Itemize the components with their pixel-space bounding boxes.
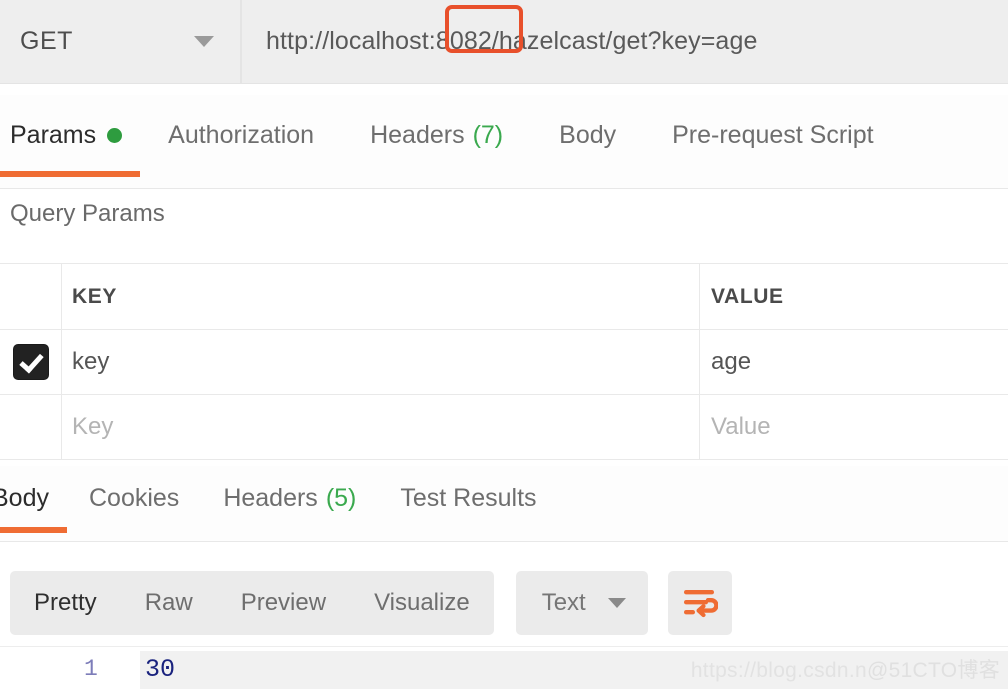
http-method-label: GET — [20, 27, 73, 56]
response-tab-headers-label: Headers — [223, 484, 318, 513]
tab-headers-count: (7) — [473, 121, 504, 150]
view-mode-segmented-control: Pretty Raw Preview Visualize — [10, 571, 494, 635]
response-tab-headers[interactable]: Headers (5) — [201, 466, 378, 541]
header-cell-value: VALUE — [700, 264, 1008, 329]
word-wrap-toggle-button[interactable] — [668, 571, 732, 635]
response-tab-test-results[interactable]: Test Results — [378, 466, 558, 541]
response-format-selector[interactable]: Text — [516, 571, 648, 635]
param-value-value: age — [711, 348, 751, 376]
query-params-title: Query Params — [10, 200, 165, 228]
response-tabs: Body Cookies Headers (5) Test Results — [0, 466, 1008, 542]
view-mode-pretty[interactable]: Pretty — [10, 571, 121, 635]
row-key-cell-empty[interactable]: Key — [62, 395, 700, 459]
tab-authorization-label: Authorization — [168, 121, 314, 150]
view-mode-raw[interactable]: Raw — [121, 571, 217, 635]
table-row-empty: Key Value — [0, 395, 1008, 460]
watermark-brand: @51CTO博客 — [867, 659, 1000, 682]
request-tabs: Params Authorization Headers (7) Body Pr… — [0, 95, 1008, 189]
params-active-dot-icon — [107, 128, 122, 143]
header-cell-key: KEY — [62, 264, 700, 329]
request-url-bar: GET http://localhost:8082/hazelcast/get?… — [0, 0, 1008, 88]
line-number: 1 — [84, 656, 98, 682]
response-tab-cookies-label: Cookies — [89, 484, 179, 513]
response-view-toolbar: Pretty Raw Preview Visualize Text — [0, 560, 1008, 646]
param-key-placeholder: Key — [72, 413, 113, 441]
response-tab-body-underline — [0, 527, 67, 533]
response-tab-body[interactable]: Body — [0, 466, 67, 541]
view-mode-preview[interactable]: Preview — [217, 571, 350, 635]
row-value-cell-empty[interactable]: Value — [700, 395, 1008, 459]
tab-headers-label: Headers — [370, 121, 465, 150]
view-mode-pretty-label: Pretty — [34, 589, 97, 617]
table-row: key age — [0, 330, 1008, 395]
tab-body-label: Body — [559, 121, 616, 150]
column-header-key: KEY — [72, 285, 117, 309]
row-checkbox-cell-empty[interactable] — [0, 395, 62, 459]
column-header-value: VALUE — [711, 285, 784, 309]
view-mode-visualize-label: Visualize — [374, 589, 470, 617]
response-tab-headers-count: (5) — [326, 484, 357, 513]
tab-pre-request-script[interactable]: Pre-request Script — [644, 95, 901, 188]
response-tab-body-label: Body — [0, 484, 49, 513]
view-mode-raw-label: Raw — [145, 589, 193, 617]
url-input[interactable]: http://localhost:8082/hazelcast/get?key=… — [241, 0, 1008, 84]
tab-headers[interactable]: Headers (7) — [342, 95, 531, 188]
chevron-down-icon — [608, 598, 626, 608]
watermark-url: https://blog.csdn.n — [691, 659, 867, 682]
param-key-value: key — [72, 348, 109, 376]
row-value-cell[interactable]: age — [700, 330, 1008, 394]
watermark: https://blog.csdn.n@51CTO博客 — [691, 654, 1000, 684]
row-checkbox-cell[interactable] — [0, 330, 62, 394]
response-format-label: Text — [542, 589, 586, 617]
chevron-down-icon — [194, 36, 214, 47]
header-cell-checkbox — [0, 264, 62, 329]
tab-params-label: Params — [10, 121, 96, 150]
row-key-cell[interactable]: key — [62, 330, 700, 394]
param-value-placeholder: Value — [711, 413, 771, 441]
response-tab-cookies[interactable]: Cookies — [67, 466, 201, 541]
response-body-content: 30 — [145, 655, 175, 684]
tab-authorization[interactable]: Authorization — [140, 95, 342, 188]
tab-body[interactable]: Body — [531, 95, 644, 188]
query-params-table: KEY VALUE key age Key Value — [0, 263, 1008, 460]
tab-params-underline — [0, 171, 140, 177]
http-method-selector[interactable]: GET — [0, 0, 241, 84]
view-mode-visualize[interactable]: Visualize — [350, 571, 494, 635]
table-header-row: KEY VALUE — [0, 264, 1008, 330]
tab-params[interactable]: Params — [0, 95, 140, 188]
tab-pre-request-script-label: Pre-request Script — [672, 121, 873, 150]
response-tab-test-results-label: Test Results — [400, 484, 536, 513]
url-text: http://localhost:8082/hazelcast/get?key=… — [266, 27, 757, 56]
param-enabled-checkbox[interactable] — [14, 345, 48, 379]
view-mode-preview-label: Preview — [241, 589, 326, 617]
word-wrap-icon — [682, 588, 718, 618]
